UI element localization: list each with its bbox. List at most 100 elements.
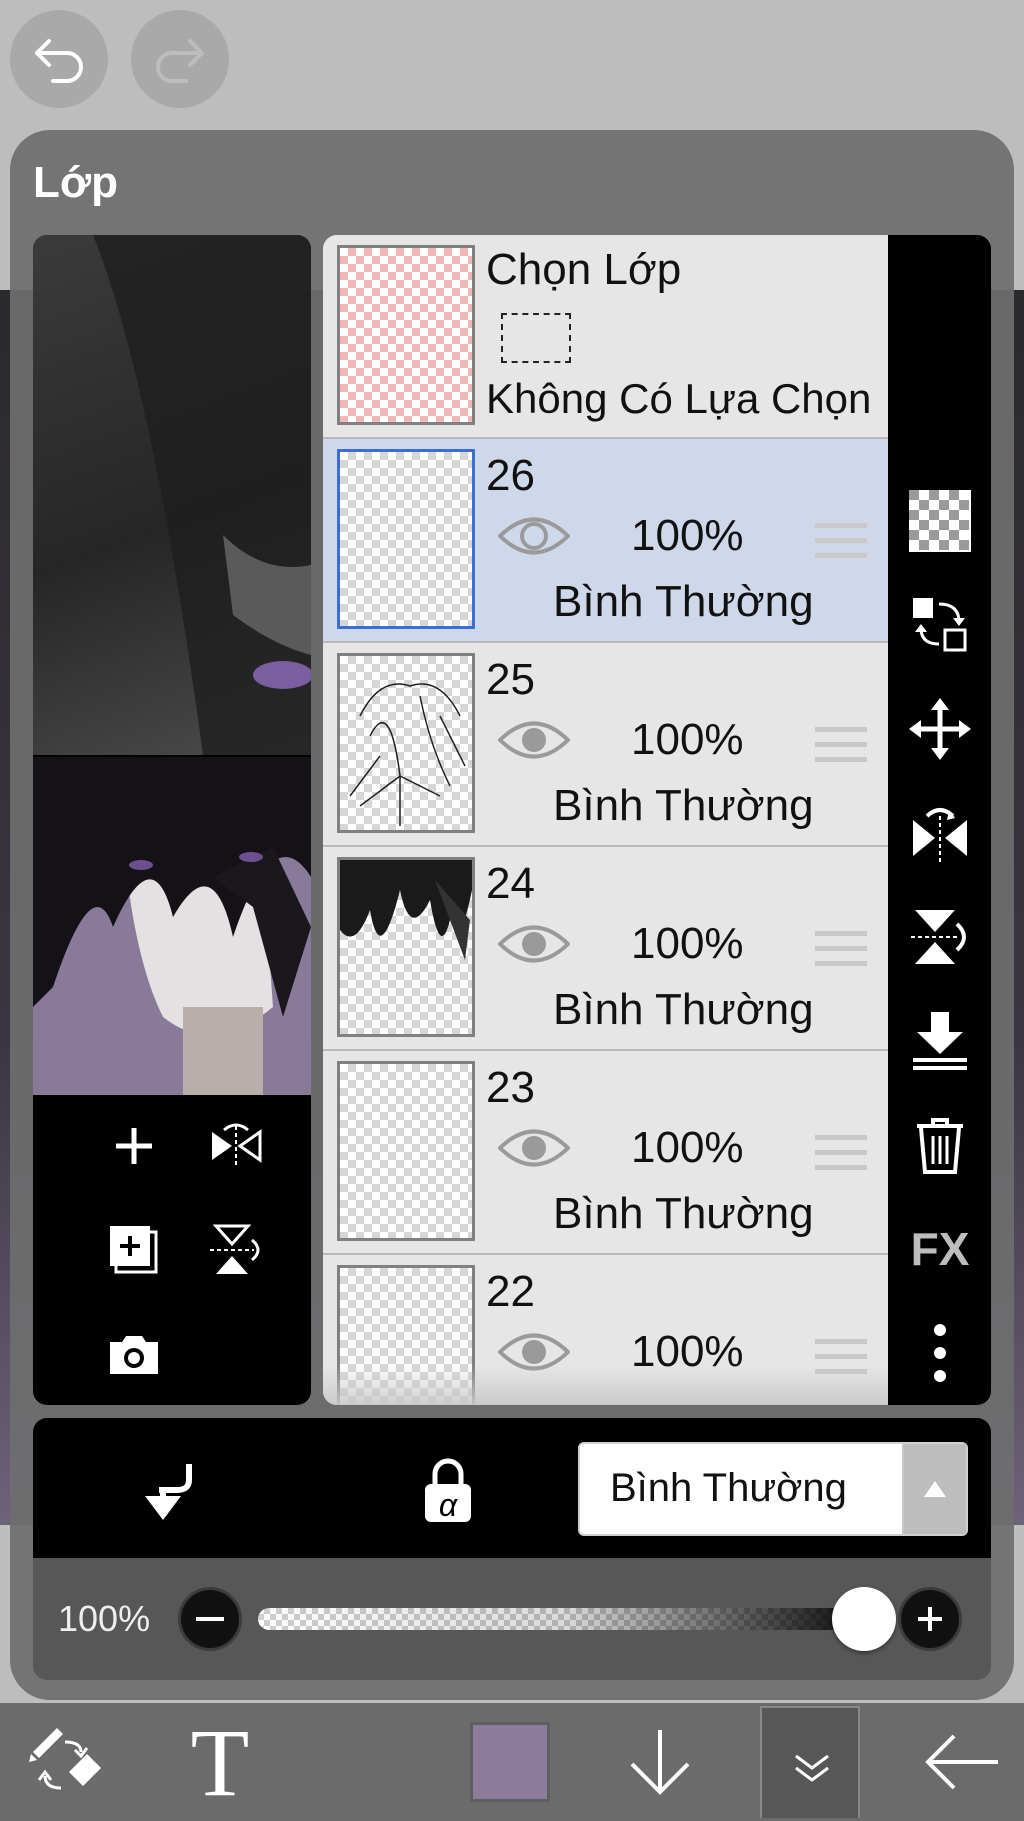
more-options-button[interactable] <box>906 1319 974 1387</box>
layer-thumbnail <box>337 857 475 1037</box>
selection-layer-row[interactable]: Chọn Lớp Không Có Lựa Chọn <box>323 235 888 439</box>
alpha-lock-button[interactable]: α <box>413 1456 483 1526</box>
preview-dark-area <box>33 235 311 755</box>
arrow-down-icon <box>630 1730 690 1795</box>
merge-down-button[interactable] <box>906 1007 974 1075</box>
delete-layer-button[interactable] <box>906 1111 974 1179</box>
fx-button[interactable]: FX <box>906 1215 974 1283</box>
move-button[interactable] <box>906 695 974 763</box>
blend-mode-value: Bình Thường <box>610 1466 847 1510</box>
triangle-up-icon <box>924 1481 946 1497</box>
layer-blend-mode: Bình Thường <box>553 1189 814 1238</box>
opacity-slider-track[interactable] <box>258 1608 878 1630</box>
selection-layer-title: Chọn Lớp <box>486 245 682 294</box>
layer-name: 23 <box>486 1063 535 1112</box>
flip-vertical-icon <box>911 910 966 964</box>
flip-horizontal-icon <box>212 1123 262 1166</box>
blend-mode-arrow[interactable] <box>902 1444 966 1534</box>
drag-handle-icon[interactable] <box>815 725 867 765</box>
merge-down-icon <box>913 1012 967 1070</box>
selection-marquee-icon <box>501 313 571 363</box>
opacity-value-label: 100% <box>58 1598 151 1639</box>
drag-handle-icon[interactable] <box>815 521 867 561</box>
layer-name: 24 <box>486 859 535 908</box>
layer-row-26[interactable]: 26 100% Bình Thường <box>323 439 888 643</box>
preview-thumbnail <box>33 757 311 1095</box>
layer-name: 22 <box>486 1267 535 1316</box>
layer-preview-area <box>33 235 311 1405</box>
redo-button[interactable] <box>131 10 229 108</box>
visibility-eye-icon[interactable] <box>498 715 570 765</box>
layer-down-button[interactable] <box>620 1710 700 1814</box>
plus-icon <box>918 1607 942 1631</box>
layer-thumbnail <box>337 449 475 629</box>
layer-blend-mode: Bình Thường <box>553 577 814 626</box>
undo-button[interactable] <box>10 10 108 108</box>
layer-opacity: 100% <box>631 715 744 764</box>
camera-icon <box>110 1336 158 1374</box>
brush-eraser-icon <box>29 1728 101 1790</box>
checkerboard-icon <box>909 490 971 552</box>
color-swatch-button[interactable] <box>470 1710 550 1814</box>
collapse-panel-button[interactable] <box>760 1706 860 1818</box>
layer-name: 26 <box>486 451 535 500</box>
layer-blend-mode: Bình Thường <box>553 985 814 1034</box>
flip-layer-horizontal-button[interactable] <box>906 799 974 867</box>
opacity-slider-knob[interactable] <box>832 1587 896 1651</box>
arrow-left-icon <box>925 1734 998 1790</box>
flip-layer-vertical-button[interactable] <box>906 903 974 971</box>
layer-list: Chọn Lớp Không Có Lựa Chọn 26 100% Bình … <box>323 235 888 1405</box>
hair-shading-art <box>340 860 472 960</box>
brush-eraser-toggle-button[interactable] <box>20 1710 110 1814</box>
move-arrows-icon <box>909 698 971 760</box>
add-layer-button[interactable] <box>99 1111 169 1181</box>
visibility-eye-icon[interactable] <box>498 511 570 561</box>
opacity-decrease-button[interactable] <box>178 1587 242 1651</box>
undo-icon <box>35 39 83 83</box>
preview-hair-art <box>93 235 311 755</box>
layer-row-24[interactable]: 24 100% Bình Thường <box>323 847 888 1051</box>
drag-handle-icon[interactable] <box>815 929 867 969</box>
drag-handle-icon[interactable] <box>815 1133 867 1173</box>
layer-blend-mode: Bình Thường <box>553 781 814 830</box>
trash-icon <box>917 1118 963 1174</box>
flip-horizontal-button[interactable] <box>201 1111 271 1181</box>
layer-name: 25 <box>486 655 535 704</box>
clipping-arrow-icon <box>145 1464 192 1520</box>
selection-layer-status: Không Có Lựa Chọn <box>486 375 872 422</box>
panel-title: Lớp <box>33 158 119 207</box>
text-tool-button[interactable]: T <box>170 1709 270 1816</box>
flip-vertical-icon <box>210 1224 260 1274</box>
flip-horizontal-icon <box>913 808 967 862</box>
layer-tools-toolbar: FX <box>888 235 991 1405</box>
more-vertical-icon <box>934 1324 946 1382</box>
layer-opacity: 100% <box>631 511 744 560</box>
layer-thumbnail <box>337 1061 475 1241</box>
layer-row-23[interactable]: 23 100% Bình Thường <box>323 1051 888 1255</box>
swap-icon <box>913 598 967 652</box>
clipping-button[interactable] <box>133 1456 203 1526</box>
opacity-increase-button[interactable] <box>898 1587 962 1651</box>
duplicate-layer-button[interactable] <box>99 1215 169 1285</box>
layer-thumbnail <box>337 653 475 833</box>
flip-vertical-button[interactable] <box>201 1215 271 1285</box>
alpha-symbol: α <box>438 1487 458 1523</box>
line-art-sketch <box>349 683 466 826</box>
redo-icon <box>156 39 204 83</box>
transparent-fill-button[interactable] <box>906 487 974 555</box>
list-fade <box>323 1365 888 1405</box>
duplicate-layer-icon <box>110 1226 158 1274</box>
minus-icon <box>196 1617 224 1621</box>
swap-layers-button[interactable] <box>906 591 974 659</box>
character-art <box>33 757 311 1095</box>
camera-import-button[interactable] <box>99 1319 169 1389</box>
visibility-eye-icon[interactable] <box>498 919 570 969</box>
layer-opacity: 100% <box>631 919 744 968</box>
chevron-double-down-icon <box>795 1754 829 1782</box>
current-color-swatch <box>470 1722 550 1802</box>
visibility-eye-icon[interactable] <box>498 1123 570 1173</box>
blend-mode-select[interactable]: Bình Thường <box>578 1442 968 1536</box>
back-button[interactable] <box>918 1710 1008 1814</box>
selection-layer-thumbnail <box>337 245 475 425</box>
layer-row-25[interactable]: 25 100% Bình Thường <box>323 643 888 847</box>
